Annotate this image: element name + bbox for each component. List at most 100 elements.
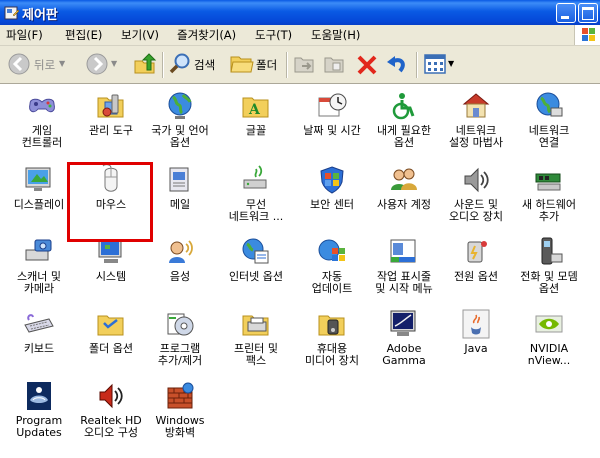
toolbar-separator bbox=[286, 52, 288, 78]
item-power-options[interactable]: 전원 옵션 bbox=[442, 232, 510, 298]
menu-tools[interactable]: 도구(T) bbox=[255, 27, 292, 43]
item-game-controllers[interactable]: 게임 컨트롤러 bbox=[8, 86, 76, 152]
item-portable-media-devices[interactable]: 휴대용 미디어 장치 bbox=[298, 304, 366, 370]
item-display[interactable]: 디스플레이 bbox=[5, 160, 73, 226]
item-administrative-tools[interactable]: 관리 도구 bbox=[77, 86, 145, 152]
menu-help[interactable]: 도움말(H) bbox=[311, 27, 360, 43]
item-nvidia-nview[interactable]: NVIDIA nView... bbox=[515, 304, 583, 370]
title-bar[interactable]: 제어판 bbox=[0, 0, 600, 25]
item-add-remove-programs[interactable]: 프로그램 추가/제거 bbox=[146, 304, 214, 370]
delete-button[interactable] bbox=[354, 46, 380, 83]
maximize-button[interactable] bbox=[578, 3, 598, 23]
back-arrow-icon bbox=[8, 53, 30, 75]
item-network-setup-wizard[interactable]: 네트워크 설정 마법사 bbox=[442, 86, 510, 152]
phone-modem-icon bbox=[541, 237, 563, 265]
item-label: 음성 bbox=[169, 270, 191, 283]
item-accessibility-options[interactable]: 내게 필요한 옵션 bbox=[370, 86, 438, 152]
item-label: 국가 및 언어 옵션 bbox=[151, 124, 209, 149]
item-label: 휴대용 미디어 장치 bbox=[304, 342, 360, 367]
windows-logo bbox=[574, 25, 600, 45]
control-panel-icon bbox=[4, 6, 20, 20]
item-label: 전원 옵션 bbox=[454, 270, 498, 283]
forward-button[interactable]: ▼ bbox=[84, 46, 124, 83]
printer-icon bbox=[242, 315, 269, 336]
taskbar-icon bbox=[390, 239, 416, 263]
item-security-center[interactable]: 보안 센터 bbox=[298, 160, 366, 226]
views-dropdown-icon[interactable]: ▼ bbox=[448, 59, 454, 68]
item-printers-faxes[interactable]: 프린터 및 팩스 bbox=[222, 304, 290, 370]
item-scanners-cameras[interactable]: 스캐너 및 카메라 bbox=[5, 232, 73, 298]
item-label: 인터넷 옵션 bbox=[228, 270, 284, 283]
item-speech[interactable]: 음성 bbox=[146, 232, 214, 298]
item-network-connections[interactable]: 네트워크 연결 bbox=[515, 86, 583, 152]
globe-icon bbox=[168, 92, 192, 119]
search-button[interactable]: 검색 bbox=[166, 46, 222, 83]
internet-options-icon bbox=[242, 238, 269, 264]
adobe-gamma-icon bbox=[390, 310, 416, 336]
item-label: 글꼴 bbox=[245, 124, 267, 137]
up-folder-button[interactable] bbox=[131, 46, 159, 83]
item-user-accounts[interactable]: 사용자 계정 bbox=[370, 160, 438, 226]
back-button[interactable]: 뒤로 ▼ bbox=[4, 46, 68, 83]
folder-options-icon bbox=[97, 315, 124, 336]
control-panel-items: 게임 컨트롤러 관리 도구 국가 및 언어 옵션 A 글꼴 날짜 및 시간 내게… bbox=[0, 84, 600, 458]
item-phone-modem[interactable]: 전화 및 모뎀 옵션 bbox=[515, 232, 583, 298]
item-keyboard[interactable]: 키보드 bbox=[5, 304, 73, 370]
windows-flag-icon bbox=[582, 28, 595, 41]
item-add-hardware[interactable]: 새 하드웨어 추가 bbox=[515, 160, 583, 226]
item-label: 스캐너 및 카메라 bbox=[17, 270, 61, 295]
item-label: 사운드 및 오디오 장치 bbox=[448, 198, 504, 223]
copy-to-button[interactable] bbox=[322, 46, 348, 83]
network-home-icon bbox=[462, 93, 490, 118]
forward-dropdown-icon[interactable]: ▼ bbox=[111, 59, 117, 68]
portable-media-icon bbox=[318, 315, 345, 336]
item-realtek-hd-audio[interactable]: Realtek HD 오디오 구성 bbox=[77, 376, 145, 442]
item-regional-language[interactable]: 국가 및 언어 옵션 bbox=[146, 86, 214, 152]
menu-bar: 파일(F) 편집(E) 보기(V) 즐겨찾기(A) 도구(T) 도움말(H) bbox=[0, 25, 600, 46]
forward-arrow-icon bbox=[86, 53, 108, 75]
minimize-icon bbox=[561, 16, 569, 19]
item-label: 날짜 및 시간 bbox=[303, 124, 361, 137]
item-internet-options[interactable]: 인터넷 옵션 bbox=[222, 232, 290, 298]
item-label: 폴더 옵션 bbox=[89, 342, 133, 355]
item-wireless-network[interactable]: 무선 네트워크 ... bbox=[222, 160, 290, 226]
views-button[interactable]: ▼ bbox=[422, 46, 458, 83]
item-automatic-updates[interactable]: 자동 업데이트 bbox=[298, 232, 366, 298]
shield-icon bbox=[320, 166, 344, 194]
item-mail[interactable]: 메일 bbox=[146, 160, 214, 226]
menu-favorites[interactable]: 즐겨찾기(A) bbox=[177, 27, 236, 43]
item-label: 시스템 bbox=[95, 270, 127, 283]
item-taskbar-start-menu[interactable]: 작업 표시줄 및 시작 메뉴 bbox=[370, 232, 438, 298]
menu-view[interactable]: 보기(V) bbox=[121, 27, 159, 43]
item-fonts[interactable]: A 글꼴 bbox=[222, 86, 290, 152]
item-label: Windows 방화벽 bbox=[155, 414, 205, 439]
undo-arrow-icon bbox=[387, 56, 405, 73]
menu-edit[interactable]: 편집(E) bbox=[65, 27, 102, 43]
item-windows-firewall[interactable]: Windows 방화벽 bbox=[146, 376, 214, 442]
item-label: 보안 센터 bbox=[310, 198, 354, 211]
item-folder-options[interactable]: 폴더 옵션 bbox=[77, 304, 145, 370]
move-to-button[interactable] bbox=[292, 46, 318, 83]
fonts-folder-icon: A bbox=[242, 97, 269, 118]
undo-button[interactable] bbox=[384, 46, 410, 83]
back-label: 뒤로 bbox=[34, 58, 56, 72]
toolbar-separator bbox=[416, 52, 418, 78]
minimize-button[interactable] bbox=[556, 3, 576, 23]
item-label: 네트워크 연결 bbox=[528, 124, 570, 149]
item-adobe-gamma[interactable]: Adobe Gamma bbox=[370, 304, 438, 370]
back-dropdown-icon[interactable]: ▼ bbox=[59, 59, 65, 68]
item-sounds-audio[interactable]: 사운드 및 오디오 장치 bbox=[442, 160, 510, 226]
accessibility-icon bbox=[392, 93, 415, 120]
java-icon bbox=[462, 309, 490, 339]
highlight-box bbox=[67, 162, 153, 242]
item-date-time[interactable]: 날짜 및 시간 bbox=[298, 86, 366, 152]
item-program-updates[interactable]: Program Updates bbox=[5, 376, 73, 442]
add-remove-programs-icon bbox=[167, 313, 194, 336]
speech-icon bbox=[169, 240, 193, 263]
window-title: 제어판 bbox=[22, 8, 58, 23]
item-label: Java bbox=[464, 342, 488, 355]
item-java[interactable]: Java bbox=[442, 304, 510, 370]
folders-button[interactable]: 폴더 bbox=[228, 46, 280, 83]
menu-file[interactable]: 파일(F) bbox=[6, 27, 43, 43]
item-label: 전화 및 모뎀 옵션 bbox=[520, 270, 578, 295]
